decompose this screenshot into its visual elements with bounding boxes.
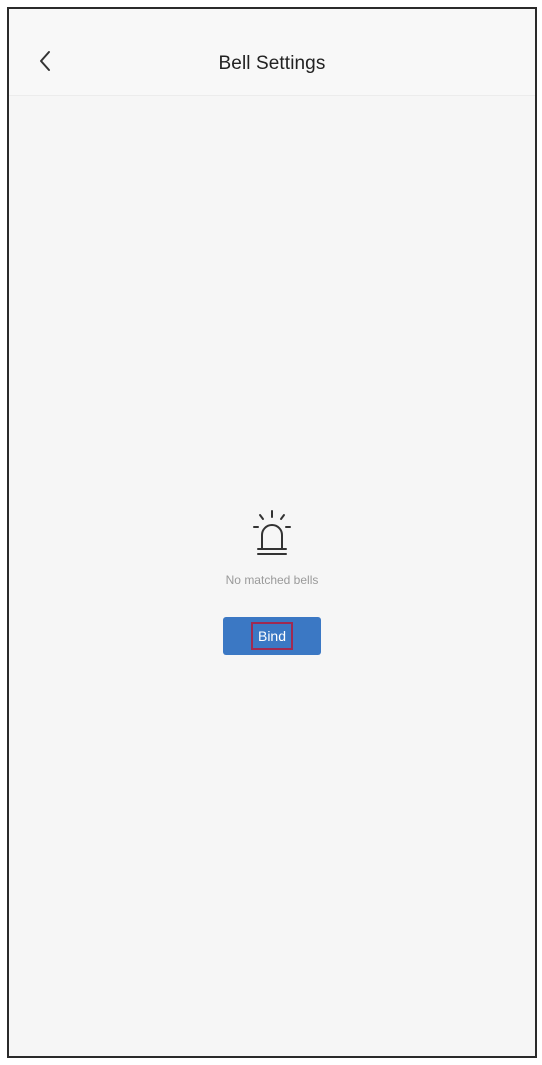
header-bar: Bell Settings: [9, 9, 535, 96]
empty-message: No matched bells: [225, 573, 319, 587]
page-title: Bell Settings: [218, 53, 326, 74]
app-screen: Bell Settings No matched bells Bind: [7, 7, 537, 1058]
bind-button[interactable]: Bind: [223, 617, 321, 655]
alarm-bell-icon: [253, 510, 291, 555]
bind-button-label: Bind: [250, 622, 294, 650]
empty-state: No matched bells Bind: [9, 509, 535, 655]
